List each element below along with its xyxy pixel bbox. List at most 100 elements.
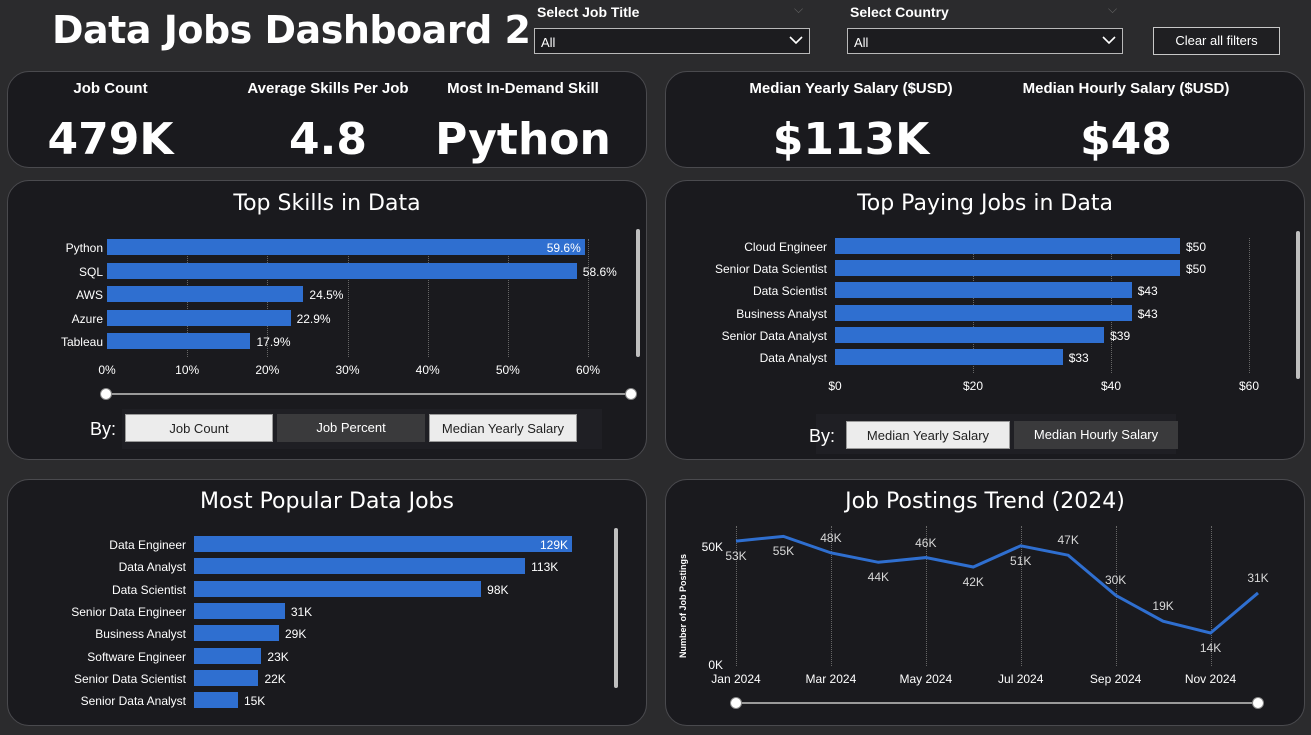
data-point-label: 31K — [1247, 570, 1269, 585]
postings-trend-range-slider[interactable] — [736, 702, 1258, 704]
value-label: 22K — [264, 671, 286, 686]
data-point-label: 44K — [867, 570, 890, 585]
trend-series-line — [735, 534, 1259, 635]
top-paying-scrollbar[interactable] — [1296, 231, 1300, 379]
popular-jobs-scrollbar[interactable] — [614, 528, 618, 688]
bar — [194, 580, 482, 597]
bar — [107, 286, 304, 302]
bar — [194, 647, 262, 664]
value-label: 17.9% — [256, 335, 291, 349]
x-tick-label: $20 — [962, 379, 984, 393]
top-skill-label: Most In-Demand Skill — [447, 80, 599, 97]
category-label: Software Engineer — [87, 649, 186, 664]
avg-skills-label: Average Skills Per Job — [247, 80, 409, 97]
category-label: Senior Data Engineer — [71, 604, 186, 619]
top-skills-range-slider[interactable] — [106, 393, 632, 395]
category-label: AWS — [76, 288, 103, 302]
value-label: $50 — [1186, 240, 1207, 254]
data-point-label: 19K — [1152, 599, 1174, 614]
top-skills-by-label: By: — [90, 419, 117, 439]
top-skills-slider-start-handle[interactable] — [100, 388, 112, 400]
data-point-label: 48K — [820, 530, 842, 545]
postings-trend-slider-start-handle[interactable] — [730, 697, 742, 709]
chevron-down-icon — [1102, 33, 1116, 48]
popular-jobs-chart: Data Engineer 129K Data Analyst 113K Data Sc… — [8, 480, 648, 727]
bar — [194, 536, 572, 552]
category-label: Cloud Engineer — [744, 240, 827, 254]
kpi-card-left: Job Count 479K Average Skills Per Job 4.… — [7, 71, 647, 168]
bar — [835, 238, 1180, 254]
category-label: Data Scientist — [111, 582, 186, 597]
postings-trend-chart: 50K 0K Number of Job Postings Jan 2024 Mar 2… — [666, 480, 1306, 727]
value-label: 129K — [539, 538, 568, 552]
country-select[interactable]: All — [847, 28, 1123, 54]
x-tick-label: 10% — [175, 363, 200, 377]
job-count-toggle-button[interactable]: Job Count — [125, 414, 273, 442]
category-label: Senior Data Analyst — [80, 694, 186, 709]
x-tick-label: $40 — [1100, 379, 1122, 393]
bar — [107, 239, 585, 255]
postings-trend-slider-end-handle[interactable] — [1252, 697, 1264, 709]
top-skills-slider-end-handle[interactable] — [625, 388, 637, 400]
job-title-select[interactable]: All — [534, 28, 810, 54]
country-filter-collapse-icon[interactable]: ⌵ — [1108, 2, 1117, 17]
value-label: 98K — [487, 582, 509, 597]
bar — [107, 262, 577, 279]
value-label: $50 — [1186, 262, 1207, 277]
bar — [194, 692, 238, 709]
data-point-label: 53K — [725, 549, 747, 564]
median-yearly-salary-toggle-button[interactable]: Median Yearly Salary — [429, 414, 577, 442]
bar — [835, 326, 1105, 343]
value-label: 24.5% — [309, 288, 344, 302]
top-skill-value: Python — [435, 114, 611, 165]
bar — [194, 625, 279, 642]
bar — [835, 304, 1132, 321]
trend-line-svg — [735, 534, 1259, 635]
bar — [107, 309, 291, 326]
bar — [194, 602, 285, 619]
job-title-filter-collapse-icon[interactable]: ⌵ — [794, 2, 803, 17]
job-title-select-value: All — [541, 35, 556, 50]
median-hourly-salary-toggle-button[interactable]: Median Hourly Salary — [1014, 421, 1178, 449]
data-point-label: 30K — [1104, 573, 1127, 588]
bar — [107, 333, 251, 349]
category-label: Business Analyst — [736, 306, 827, 321]
category-label: Business Analyst — [95, 627, 186, 642]
category-label: Senior Data Scientist — [714, 262, 827, 277]
popular-jobs-card: Most Popular Data Jobs Data Engineer 129K… — [7, 479, 647, 726]
gridline — [588, 239, 589, 357]
value-label: 15K — [243, 694, 266, 709]
clear-filters-button[interactable]: Clear all filters — [1153, 27, 1280, 55]
value-label: $43 — [1137, 306, 1158, 321]
value-label: 113K — [531, 560, 559, 575]
value-label: $39 — [1110, 328, 1131, 343]
median-hourly-value: $48 — [1080, 114, 1172, 165]
job-title-filter-label: Select Job Title — [537, 4, 640, 20]
median-yearly-salary-toggle-button[interactable]: Median Yearly Salary — [846, 421, 1010, 449]
gridline — [507, 239, 509, 357]
category-label: Senior Data Scientist — [73, 671, 186, 686]
kpi-card-right: Median Yearly Salary ($USD) $113K Median… — [665, 71, 1305, 168]
category-label: SQL — [78, 264, 103, 279]
median-hourly-label: Median Hourly Salary ($USD) — [1022, 80, 1230, 97]
category-label: Data Engineer — [109, 538, 186, 552]
category-label: Data Scientist — [752, 284, 827, 299]
data-point-label: 51K — [1010, 553, 1032, 568]
category-label: Python — [65, 241, 103, 255]
postings-trend-card: Job Postings Trend (2024) 50K 0K Number of… — [665, 479, 1305, 726]
category-label: Senior Data Analyst — [721, 328, 827, 343]
chevron-down-icon — [789, 33, 803, 48]
job-percent-toggle-button[interactable]: Job Percent — [277, 414, 425, 442]
value-label: 29K — [284, 627, 307, 642]
country-filter-label: Select Country — [850, 4, 949, 20]
x-tick-label: $0 — [828, 379, 842, 393]
x-tick-label: 0% — [98, 363, 116, 377]
top-paying-by-label: By: — [809, 426, 836, 446]
x-tick-label: $60 — [1238, 379, 1260, 393]
top-paying-card: Top Paying Jobs in Data $0 $20 $40 $60 Cloud… — [665, 180, 1305, 460]
data-point-label: 47K — [1057, 533, 1079, 548]
value-label: 23K — [267, 649, 289, 664]
gridline — [347, 239, 349, 357]
value-label: $43 — [1137, 284, 1158, 299]
bar — [835, 282, 1132, 299]
